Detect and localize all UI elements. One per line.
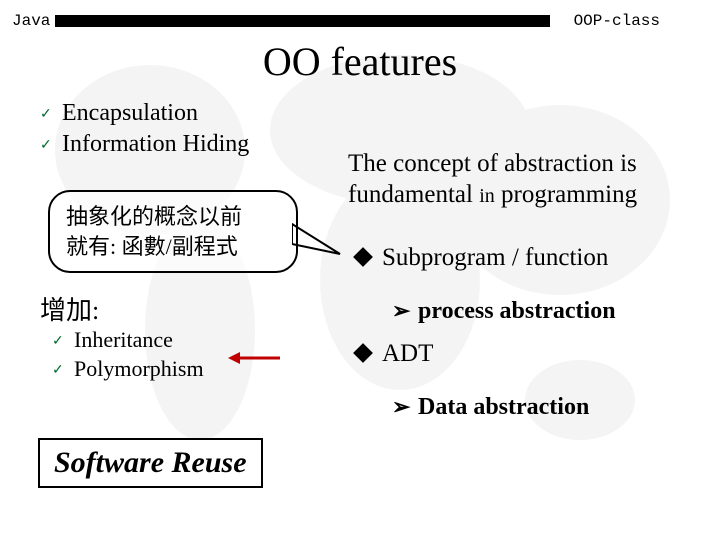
bottom-feature-list: Inheritance Polymorphism [52,326,204,383]
list-item: Subprogram / function [356,244,608,272]
callout-line: 抽象化的概念以前 [66,202,286,232]
header-right-label: OOP-class [574,12,660,30]
list-item: Information Hiding [40,129,249,160]
add-label: 增加: [40,290,99,327]
data-abstraction-item: Data abstraction [392,386,589,429]
para-text: fundamental [348,181,479,208]
header-rule [55,15,550,27]
header-left-label: Java [12,12,50,30]
para-text: programming [495,181,637,208]
para-text: The concept of abstraction is [348,150,637,177]
slide-title: OO features [0,38,720,85]
list-item: Polymorphism [52,355,204,384]
process-abstraction-item: process abstraction [392,290,616,333]
list-item: Inheritance [52,326,204,355]
top-feature-list: Encapsulation Information Hiding [40,98,249,160]
list-item: Data abstraction [392,394,589,421]
list-item: ADT [356,340,433,368]
callout-box: 抽象化的概念以前 就有: 函數/副程式 [48,190,298,273]
header-bar: Java OOP-class [0,10,720,34]
abstraction-paragraph: The concept of abstraction is fundamenta… [348,148,694,211]
list-item: Encapsulation [40,98,249,129]
callout-line: 就有: 函數/副程式 [66,232,286,262]
software-reuse-box: Software Reuse [38,438,263,488]
list-item: process abstraction [392,298,616,325]
red-arrow-icon [228,348,280,368]
para-text-small: in [479,185,495,207]
